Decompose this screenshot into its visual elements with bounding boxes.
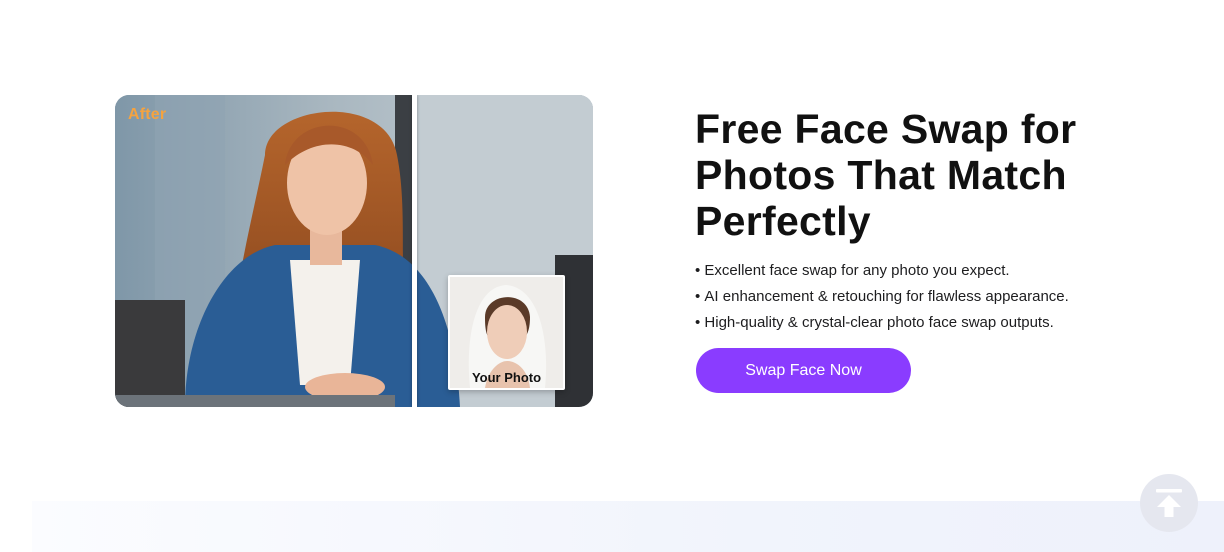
comparison-slider-handle[interactable] bbox=[412, 95, 417, 407]
next-section-band bbox=[32, 501, 1224, 552]
page-headline: Free Face Swap for Photos That Match Per… bbox=[695, 106, 1077, 244]
feature-item: High-quality & crystal-clear photo face … bbox=[695, 310, 1069, 336]
page: After Your Photo Free Face Swap for Phot… bbox=[0, 0, 1224, 552]
result-label: After bbox=[128, 106, 167, 123]
feature-list: Excellent face swap for any photo you ex… bbox=[695, 258, 1069, 336]
feature-item: Excellent face swap for any photo you ex… bbox=[695, 258, 1069, 284]
source-photo-label: Your Photo bbox=[471, 370, 542, 385]
face-swap-showcase-image: After Your Photo bbox=[115, 95, 593, 407]
swap-face-now-button[interactable]: Swap Face Now bbox=[696, 348, 911, 393]
back-to-top-button[interactable] bbox=[1140, 474, 1198, 532]
source-photo-thumbnail: Your Photo bbox=[448, 275, 565, 390]
feature-item: AI enhancement & retouching for flawless… bbox=[695, 284, 1068, 310]
arrow-up-to-line-icon bbox=[1156, 489, 1182, 517]
